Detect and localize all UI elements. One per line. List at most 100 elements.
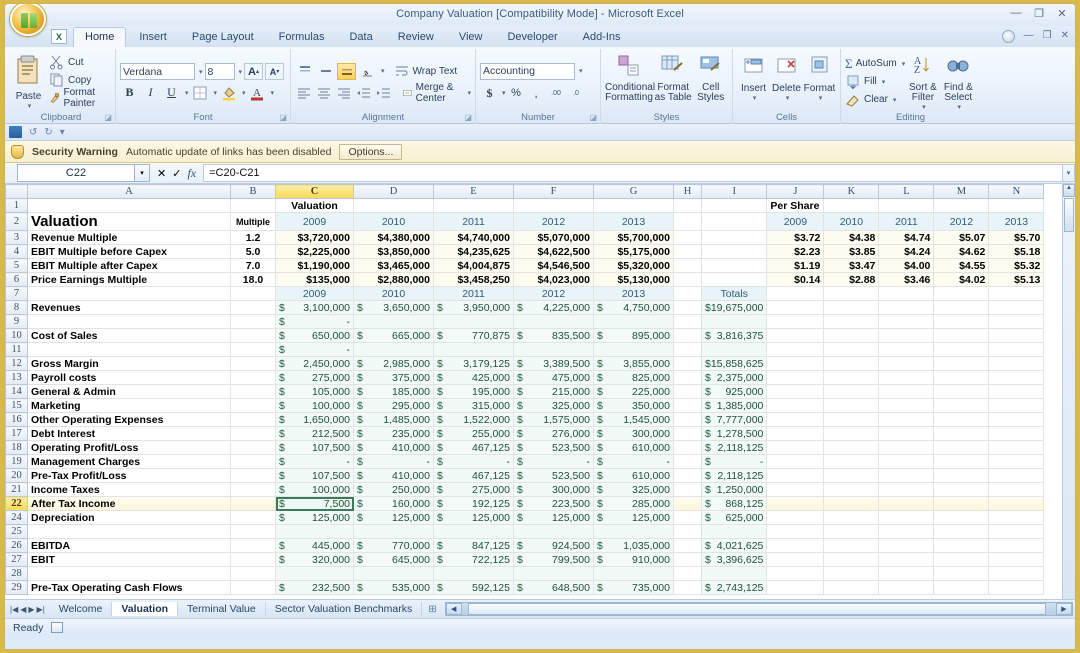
insert-function-icon[interactable]: fx [187,166,196,181]
cell-year-main-2011[interactable]: 2011 [434,213,514,231]
cell-E1[interactable] [434,199,514,213]
cell-valuation-2-0[interactable]: $1,190,000 [276,259,354,273]
next-sheet-button[interactable]: ▶ [28,605,34,614]
find-select-chevron-down-icon[interactable]: ▾ [943,103,976,111]
cell-D1[interactable] [354,199,434,213]
cell-total-28[interactable] [702,567,767,581]
cell-B4[interactable]: 5.0 [231,245,276,259]
cell-E24[interactable]: $125,000 [434,511,514,525]
cell-L11[interactable] [879,343,934,357]
cell-H24[interactable] [674,511,702,525]
cell-B7[interactable] [231,287,276,301]
cell-G28[interactable] [594,567,674,581]
cell-H20[interactable] [674,469,702,483]
delete-chevron-down-icon[interactable]: ▾ [772,94,803,102]
align-center-button[interactable] [315,85,333,102]
cell-G13[interactable]: $825,000 [594,371,674,385]
font-name-chevron-down-icon[interactable]: ▾ [199,68,203,76]
close-button[interactable]: ✕ [1055,7,1069,20]
cell-A9[interactable] [28,315,231,329]
row-header-29[interactable]: 29 [6,581,28,595]
sheet-tab-welcome[interactable]: Welcome [50,602,113,616]
cell-total-22[interactable]: $868,125 [702,497,767,511]
cell-H4[interactable] [674,245,702,259]
cell-N16[interactable] [989,413,1044,427]
cell-N12[interactable] [989,357,1044,371]
cell-year-pershare-2013[interactable]: 2013 [989,213,1044,231]
cell-I1[interactable] [702,199,767,213]
column-header-J[interactable]: J [767,185,824,199]
orientation-chevron-down-icon[interactable]: ▾ [381,67,385,75]
scroll-right-button[interactable]: ▶ [1056,603,1072,615]
clear-button[interactable]: Clear ▾ [845,91,905,109]
cell-J26[interactable] [767,539,824,553]
cell-D21[interactable]: $250,000 [354,483,434,497]
cell-A17[interactable]: Debt Interest [28,427,231,441]
cell-H26[interactable] [674,539,702,553]
cell-H21[interactable] [674,483,702,497]
cell-F29[interactable]: $648,500 [514,581,594,595]
cell-M7[interactable] [934,287,989,301]
cell-G22[interactable]: $285,000 [594,497,674,511]
cell-D11[interactable] [354,343,434,357]
cell-N19[interactable] [989,455,1044,469]
cell-year-main-2012[interactable]: 2012 [514,213,594,231]
cell-G10[interactable]: $895,000 [594,329,674,343]
cell-B29[interactable] [231,581,276,595]
cell-D22[interactable]: $160,000 [354,497,434,511]
cell-year-main-2010[interactable]: 2010 [354,213,434,231]
cell-H15[interactable] [674,399,702,413]
cell-valuation-3-4[interactable]: $5,130,000 [594,273,674,287]
cell-F24[interactable]: $125,000 [514,511,594,525]
cell-M22[interactable] [934,497,989,511]
column-header-L[interactable]: L [879,185,934,199]
row-header-8[interactable]: 8 [6,301,28,315]
cell-N24[interactable] [989,511,1044,525]
cell-A27[interactable]: EBIT [28,553,231,567]
cell-N22[interactable] [989,497,1044,511]
horizontal-scroll-thumb[interactable] [468,603,1046,615]
cell-A11[interactable] [28,343,231,357]
first-sheet-button[interactable]: |◀ [10,605,18,614]
cell-G20[interactable]: $610,000 [594,469,674,483]
cell-valuation-0-1[interactable]: $4,380,000 [354,231,434,245]
row-header-14[interactable]: 14 [6,385,28,399]
book-close-button[interactable]: ✕ [1061,30,1069,43]
number-format-chevron-down-icon[interactable]: ▾ [579,67,583,75]
column-header-I[interactable]: I [702,185,767,199]
cell-M16[interactable] [934,413,989,427]
cell-pershare-2-1[interactable]: $3.47 [824,259,879,273]
ribbon-tab-insert[interactable]: Insert [127,27,179,47]
cell-pershare-1-2[interactable]: $4.24 [879,245,934,259]
cell-J9[interactable] [767,315,824,329]
ribbon-tab-view[interactable]: View [447,27,495,47]
cell-H29[interactable] [674,581,702,595]
cell-F28[interactable] [514,567,594,581]
cell-N8[interactable] [989,301,1044,315]
spreadsheet-grid[interactable]: ABCDEFGHIJKLMN1ValuationPer Share2Valuat… [5,184,1075,599]
cell-M21[interactable] [934,483,989,497]
cell-E14[interactable]: $195,000 [434,385,514,399]
cell-E17[interactable]: $255,000 [434,427,514,441]
column-header-N[interactable]: N [989,185,1044,199]
cell-H5[interactable] [674,259,702,273]
row-header-16[interactable]: 16 [6,413,28,427]
increase-decimal-button[interactable]: .00 [547,85,566,102]
cell-C10[interactable]: $650,000 [276,329,354,343]
cell-B16[interactable] [231,413,276,427]
cell-H11[interactable] [674,343,702,357]
row-header-21[interactable]: 21 [6,483,28,497]
cell-C25[interactable] [276,525,354,539]
cell-E25[interactable] [434,525,514,539]
cell-A6[interactable]: Price Earnings Multiple [28,273,231,287]
cell-pershare-2-0[interactable]: $1.19 [767,259,824,273]
cell-N18[interactable] [989,441,1044,455]
cell-C8[interactable]: $3,100,000 [276,301,354,315]
cell-pershare-2-2[interactable]: $4.00 [879,259,934,273]
cell-J22[interactable] [767,497,824,511]
cell-C24[interactable]: $125,000 [276,511,354,525]
cell-K25[interactable] [824,525,879,539]
column-header-A[interactable]: A [28,185,231,199]
formula-input[interactable]: =C20-C21 [203,164,1062,182]
cell-H18[interactable] [674,441,702,455]
